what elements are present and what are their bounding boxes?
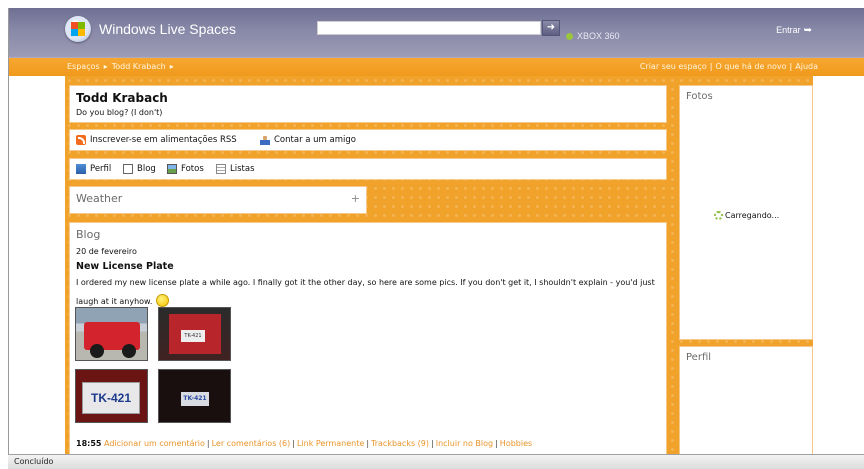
feed-actions-card: Inscrever-se em alimentações RSS Contar …: [69, 129, 667, 151]
post-date: 20 de fevereiro: [76, 247, 137, 256]
breadcrumb-item-owner[interactable]: Todd Krabach: [112, 62, 166, 71]
lists-icon: [216, 164, 226, 174]
space-tagline: Do you blog? (I don't): [76, 108, 163, 117]
status-text: Concluído: [14, 457, 54, 466]
search-input[interactable]: [317, 21, 541, 35]
brand-title[interactable]: Windows Live Spaces: [99, 21, 236, 37]
weather-expand-icon[interactable]: +: [351, 192, 360, 205]
tab-blog[interactable]: Blog: [123, 164, 156, 174]
xbox-link[interactable]: XBOX 360: [566, 31, 620, 41]
whats-new-link[interactable]: O que há de novo: [715, 62, 786, 71]
search-arrow-icon: ➜: [546, 22, 556, 33]
signin-arrow-icon: ➥: [803, 25, 812, 36]
add-comment-link[interactable]: Adicionar um comentário: [104, 439, 205, 448]
loading-label: Carregando...: [725, 211, 780, 220]
tab-fotos-label: Fotos: [181, 164, 204, 174]
section-tabs-card: Perfil Blog Fotos Listas: [69, 158, 667, 180]
browser-status-bar: Concluído: [8, 454, 864, 469]
signin-label: Entrar: [776, 25, 801, 35]
navigation-bar: Espaços ▸ Todd Krabach ▸ Criar seu espaço | O…: [9, 58, 864, 76]
tab-fotos[interactable]: Fotos: [167, 164, 204, 174]
space-header-card: Todd Krabach Do you blog? (I don't): [69, 85, 667, 123]
profile-module: Perfil: [679, 346, 813, 454]
page-right-margin: [813, 76, 864, 454]
rss-icon: [76, 135, 86, 145]
breadcrumb-separator-icon: ▸: [103, 62, 108, 71]
profile-module-title: Perfil: [686, 352, 712, 363]
rss-subscribe-link[interactable]: Inscrever-se em alimentações RSS: [76, 135, 237, 145]
space-owner-name[interactable]: Todd Krabach: [76, 91, 168, 105]
create-space-link[interactable]: Criar seu espaço: [640, 62, 707, 71]
category-hobbies-link[interactable]: Hobbies: [500, 439, 532, 448]
tab-perfil-label: Perfil: [90, 164, 112, 174]
breadcrumb-separator-icon: ▸: [169, 62, 174, 71]
plate-text-large: TK-421: [82, 382, 140, 414]
tab-blog-label: Blog: [137, 164, 156, 174]
post-time: 18:55: [76, 439, 102, 448]
plate-text-night: TK-421: [181, 392, 209, 406]
tell-friend-label: Contar a um amigo: [274, 135, 356, 145]
post-photo-plate-closeup[interactable]: TK-421: [75, 369, 148, 423]
post-footer: 18:55 Adicionar um comentário | Ler coment…: [76, 439, 533, 448]
breadcrumb: Espaços ▸ Todd Krabach ▸: [67, 62, 178, 71]
browser-viewport: Windows Live Spaces ➜ XBOX 360 Entrar ➥ E…: [8, 8, 864, 454]
xbox-icon: [566, 33, 573, 40]
read-comments-link[interactable]: Ler comentários (6): [212, 439, 291, 448]
breadcrumb-item-spaces[interactable]: Espaços: [67, 62, 100, 71]
tell-friend-link[interactable]: Contar a um amigo: [260, 135, 356, 145]
photos-module-title: Fotos: [686, 91, 713, 102]
include-in-blog-link[interactable]: Incluir no Blog: [436, 439, 493, 448]
top-header-bar: Windows Live Spaces ➜ XBOX 360 Entrar ➥: [9, 8, 864, 58]
post-photo-jeep-side[interactable]: [75, 307, 148, 361]
smiley-icon: [156, 294, 170, 307]
help-link[interactable]: Ajuda: [795, 62, 818, 71]
trackbacks-link[interactable]: Trackbacks (9): [371, 439, 429, 448]
tab-listas-label: Listas: [230, 164, 255, 174]
windows-live-logo-icon[interactable]: [65, 16, 91, 42]
xbox-label: XBOX 360: [577, 31, 620, 41]
signin-link[interactable]: Entrar ➥: [776, 25, 812, 36]
post-photo-jeep-rear[interactable]: TK-421: [158, 307, 231, 361]
plate-text-small: TK-421: [181, 330, 205, 342]
post-body: I ordered my new license plate a while a…: [76, 273, 666, 311]
profile-icon: [76, 164, 86, 174]
top-nav-links: Criar seu espaço | O que há de novo | Ajuda: [639, 62, 818, 71]
photos-module: Fotos Carregando...: [679, 85, 813, 340]
permalink-link[interactable]: Link Permanente: [297, 439, 364, 448]
rss-subscribe-label: Inscrever-se em alimentações RSS: [90, 135, 237, 145]
tab-perfil[interactable]: Perfil: [76, 164, 111, 174]
blog-module-title: Blog: [76, 228, 101, 241]
blog-pencil-icon: [123, 164, 133, 174]
weather-title: Weather: [76, 192, 123, 205]
tab-listas[interactable]: Listas: [216, 164, 255, 174]
search-button[interactable]: ➜: [542, 20, 560, 36]
post-title[interactable]: New License Plate: [76, 261, 174, 272]
weather-module: Weather +: [69, 186, 367, 214]
post-photo-plate-night[interactable]: TK-421: [158, 369, 231, 423]
person-icon: [260, 135, 270, 145]
blog-module: Blog 20 de fevereiro New License Plate I…: [69, 222, 667, 454]
photos-icon: [167, 164, 177, 174]
photos-loading: Carregando...: [714, 211, 779, 220]
loading-spinner-icon: [714, 211, 723, 220]
